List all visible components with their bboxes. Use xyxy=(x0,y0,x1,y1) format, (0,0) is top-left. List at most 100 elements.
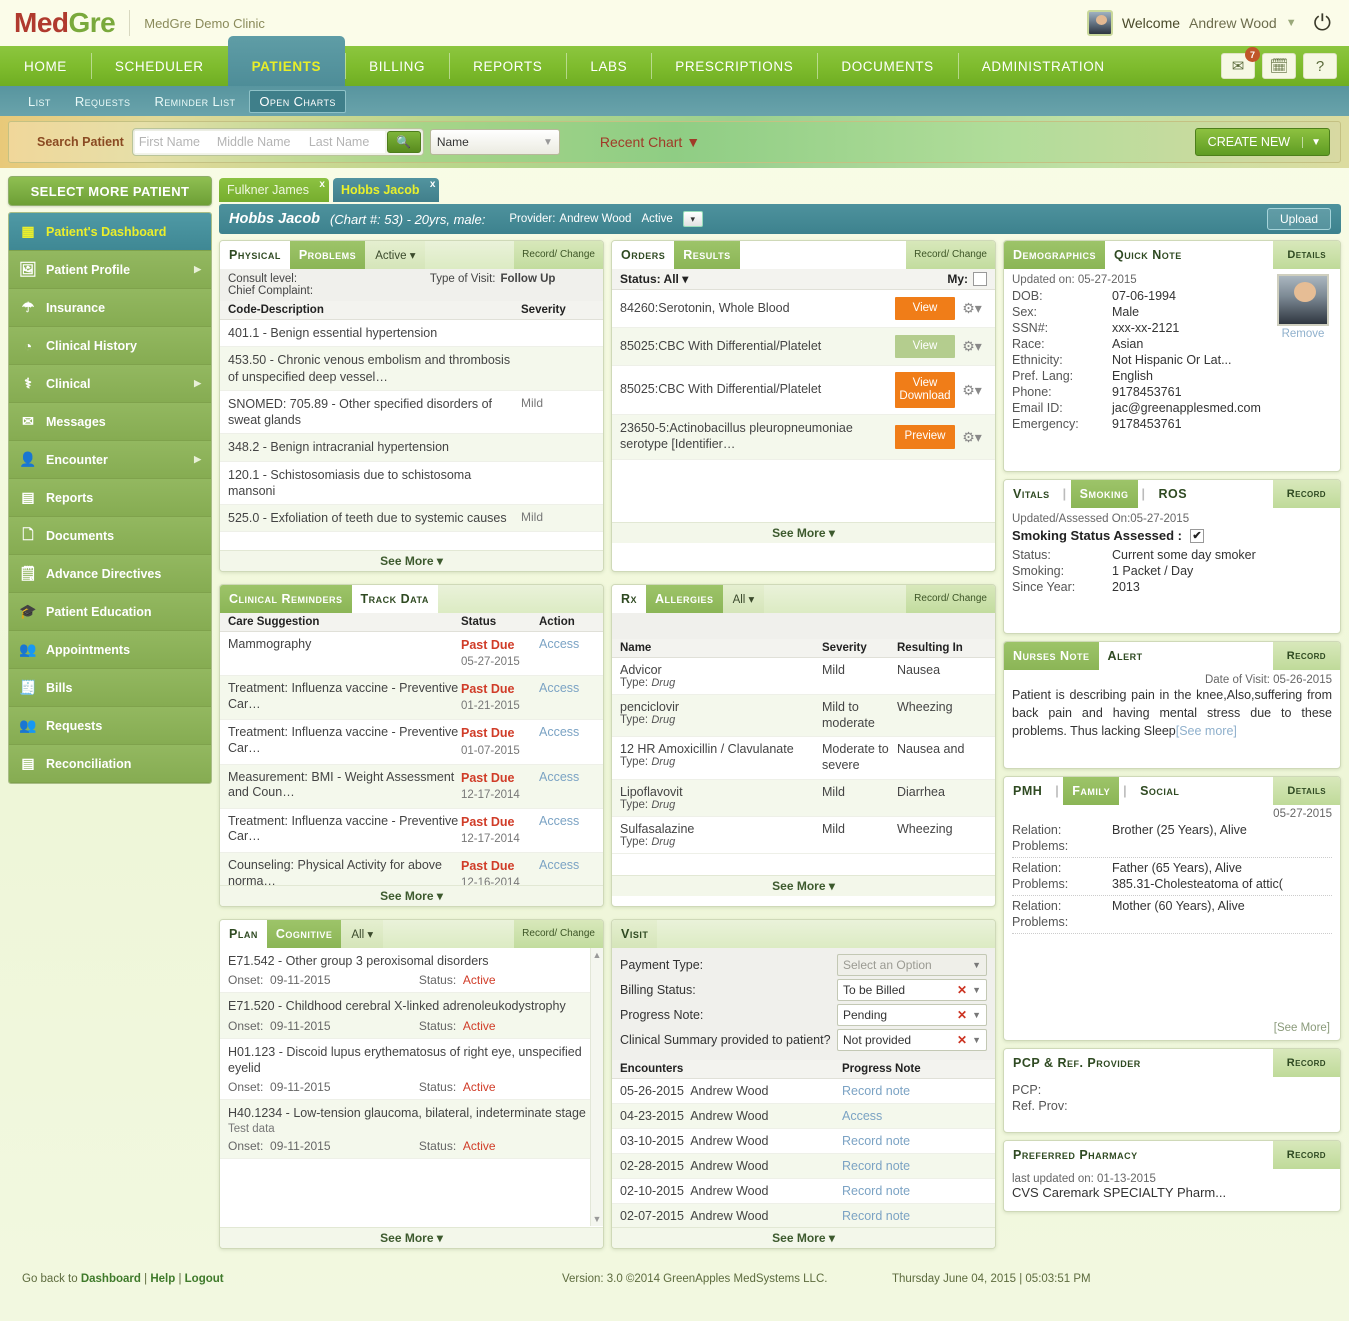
table-row[interactable]: Treatment: Influenza vaccine - Preventiv… xyxy=(220,720,603,765)
patient-tab-fulkner-james[interactable]: Fulkner James x xyxy=(219,178,329,202)
tab-ros[interactable]: ROS xyxy=(1149,480,1273,508)
pmh-see-more[interactable]: [See More] xyxy=(1268,1018,1336,1038)
plan-record-change-button[interactable]: Record/ Change xyxy=(514,920,603,948)
subnav-item-requests[interactable]: Requests xyxy=(65,90,141,113)
nurses-see-more-link[interactable]: [See more] xyxy=(1176,724,1237,738)
plan-filter[interactable]: All ▾ xyxy=(341,920,383,948)
table-row[interactable]: 84260:Serotonin, Whole Blood View ⚙▾ xyxy=(612,290,995,328)
middle-name-input[interactable] xyxy=(212,131,305,153)
table-row[interactable]: SNOMED: 705.89 - Other specified disorde… xyxy=(220,391,603,435)
reminders-see-more[interactable]: See More ▾ xyxy=(220,885,603,906)
table-row[interactable]: Measurement: BMI - Weight Assessment and… xyxy=(220,764,603,809)
sidebar-item-patients-dashboard[interactable]: ▦ Patient's Dashboard xyxy=(9,213,211,251)
encounter-note-link[interactable]: Access xyxy=(842,1109,987,1123)
first-name-input[interactable] xyxy=(134,131,213,153)
table-row[interactable]: Mammography Past Due 05-27-2015 Access xyxy=(220,632,603,677)
encounter-note-link[interactable]: Record note xyxy=(842,1209,987,1223)
sidebar-item-requests[interactable]: 👥 Requests xyxy=(9,707,211,745)
table-row[interactable]: Advicor Type: Drug Mild Nausea xyxy=(612,658,995,695)
gear-icon[interactable]: ⚙▾ xyxy=(955,338,989,355)
table-row[interactable]: 02-10-2015 Andrew Wood Record note xyxy=(612,1179,995,1204)
my-checkbox[interactable] xyxy=(973,272,987,286)
table-row[interactable]: 02-07-2015 Andrew Wood Record note xyxy=(612,1204,995,1229)
sidebar-item-appointments[interactable]: 👥 Appointments xyxy=(9,631,211,669)
patient-tab-hobbs-jacob[interactable]: Hobbs Jacob x xyxy=(332,178,440,202)
smoking-assessed-checkbox[interactable]: ✔ xyxy=(1190,528,1205,543)
remove-photo-link[interactable]: Remove xyxy=(1275,328,1331,340)
demographics-details-button[interactable]: Details xyxy=(1273,241,1340,269)
tab-quick-note[interactable]: Quick Note xyxy=(1105,241,1274,269)
nav-item-administration[interactable]: ADMINISTRATION xyxy=(957,46,1129,86)
table-row[interactable]: penciclovir Type: Drug Mild to moderate Whe… xyxy=(612,695,995,738)
sidebar-item-reconciliation[interactable]: ▤ Reconciliation xyxy=(9,745,211,783)
tab-family[interactable]: Family xyxy=(1063,777,1120,805)
orders-see-more[interactable]: See More ▾ xyxy=(612,522,995,543)
scroll-down-icon[interactable]: ▼ xyxy=(591,1214,603,1224)
table-row[interactable]: Lipoflavovit Type: Drug Mild Diarrhea xyxy=(612,779,995,817)
pharmacy-record-button[interactable]: Record xyxy=(1272,1141,1340,1169)
encounter-note-link[interactable]: Record note xyxy=(842,1084,987,1098)
plan-see-more[interactable]: See More ▾ xyxy=(220,1227,603,1248)
status-select[interactable]: ▾ xyxy=(682,211,703,227)
order-action-button[interactable]: View Download xyxy=(895,372,955,409)
pmh-details-button[interactable]: Details xyxy=(1273,777,1340,805)
tab-cognitive[interactable]: Cognitive xyxy=(266,920,342,948)
billing-status-select[interactable]: To be Billed ✕ ▼ xyxy=(837,979,987,1001)
scroll-up-icon[interactable]: ▲ xyxy=(591,950,603,960)
gear-icon[interactable]: ⚙▾ xyxy=(955,382,989,399)
table-row[interactable]: 401.1 - Benign essential hypertension xyxy=(220,320,603,348)
calendar-icon[interactable]: 🗓 xyxy=(1262,53,1296,79)
tab-alert[interactable]: Alert xyxy=(1098,642,1273,670)
problems-record-change-button[interactable]: Record/ Change xyxy=(514,241,603,269)
table-row[interactable]: 12 HR Amoxicillin / Clavulanate Type: Dru… xyxy=(612,737,995,780)
nav-item-home[interactable]: HOME xyxy=(0,46,91,86)
sidebar-item-advance-directives[interactable]: 🗒 Advance Directives xyxy=(9,555,211,593)
list-item[interactable]: E71.542 - Other group 3 peroxisomal diso… xyxy=(220,948,603,994)
table-row[interactable]: 04-23-2015 Andrew Wood Access xyxy=(612,1104,995,1129)
chevron-down-icon[interactable]: ▼ xyxy=(1302,136,1329,148)
tab-allergies[interactable]: Allergies xyxy=(646,585,723,613)
sidebar-item-patient-education[interactable]: 🎓 Patient Education xyxy=(9,593,211,631)
close-icon[interactable]: x xyxy=(319,179,325,190)
nurses-record-button[interactable]: Record xyxy=(1272,642,1340,670)
clinical-summary-select[interactable]: Not provided ✕ ▼ xyxy=(837,1029,987,1051)
chevron-down-icon[interactable]: ▼ xyxy=(1286,17,1297,29)
table-row[interactable]: Treatment: Influenza vaccine - Preventiv… xyxy=(220,809,603,853)
upload-button[interactable]: Upload xyxy=(1266,208,1331,230)
sidebar-item-bills[interactable]: 🧾 Bills xyxy=(9,669,211,707)
clear-icon[interactable]: ✕ xyxy=(957,1008,972,1022)
user-avatar[interactable] xyxy=(1086,10,1113,36)
table-row[interactable]: 23650-5:Actinobacillus pleuropneumoniae … xyxy=(612,415,995,460)
sidebar-item-reports[interactable]: ▤ Reports xyxy=(9,479,211,517)
problems-filter[interactable]: Active ▾ xyxy=(365,241,425,269)
table-row[interactable]: 85025:CBC With Differential/Platelet View… xyxy=(612,328,995,366)
table-row[interactable]: 05-26-2015 Andrew Wood Record note xyxy=(612,1079,995,1104)
tab-pmh[interactable]: PMH xyxy=(1004,777,1052,805)
sidebar-item-patient-profile[interactable]: 🖼 Patient Profile ▶ xyxy=(9,251,211,289)
sidebar-item-insurance[interactable]: ☂ Insurance xyxy=(9,289,211,327)
select-more-patient-button[interactable]: SELECT MORE PATIENT xyxy=(8,176,212,206)
table-row[interactable]: 03-10-2015 Andrew Wood Record note xyxy=(612,1129,995,1154)
sidebar-item-clinical[interactable]: ⚕ Clinical ▶ xyxy=(9,365,211,403)
allergies-record-change-button[interactable]: Record/ Change xyxy=(906,585,995,613)
order-action-button[interactable]: View xyxy=(895,296,955,321)
mail-icon[interactable]: ✉ 7 xyxy=(1221,47,1260,79)
table-row[interactable]: 525.0 - Exfoliation of teeth due to syst… xyxy=(220,505,603,533)
nav-item-labs[interactable]: LABS xyxy=(566,46,651,86)
tab-demographics[interactable]: Demographics xyxy=(1004,241,1106,269)
close-icon[interactable]: x xyxy=(430,179,436,190)
footer-help-link[interactable]: Help xyxy=(150,1273,175,1285)
reminder-access-link[interactable]: Access xyxy=(539,681,595,714)
pcp-record-button[interactable]: Record xyxy=(1272,1049,1340,1077)
tab-plan[interactable]: Plan xyxy=(220,920,267,948)
orders-record-change-button[interactable]: Record/ Change xyxy=(906,241,995,269)
table-row[interactable]: 120.1 - Schistosomiasis due to schistoso… xyxy=(220,462,603,505)
encounter-note-link[interactable]: Record note xyxy=(842,1134,987,1148)
order-action-button[interactable]: Preview xyxy=(895,425,955,449)
reminder-access-link[interactable]: Access xyxy=(539,770,595,803)
subnav-item-reminder-list[interactable]: Reminder List xyxy=(144,90,245,113)
app-logo[interactable]: MedGre xyxy=(14,7,116,39)
table-row[interactable]: Sulfasalazine Type: Drug Mild Wheezing xyxy=(612,817,995,854)
nav-item-documents[interactable]: DOCUMENTS xyxy=(817,46,957,86)
gear-icon[interactable]: ⚙▾ xyxy=(955,429,989,446)
